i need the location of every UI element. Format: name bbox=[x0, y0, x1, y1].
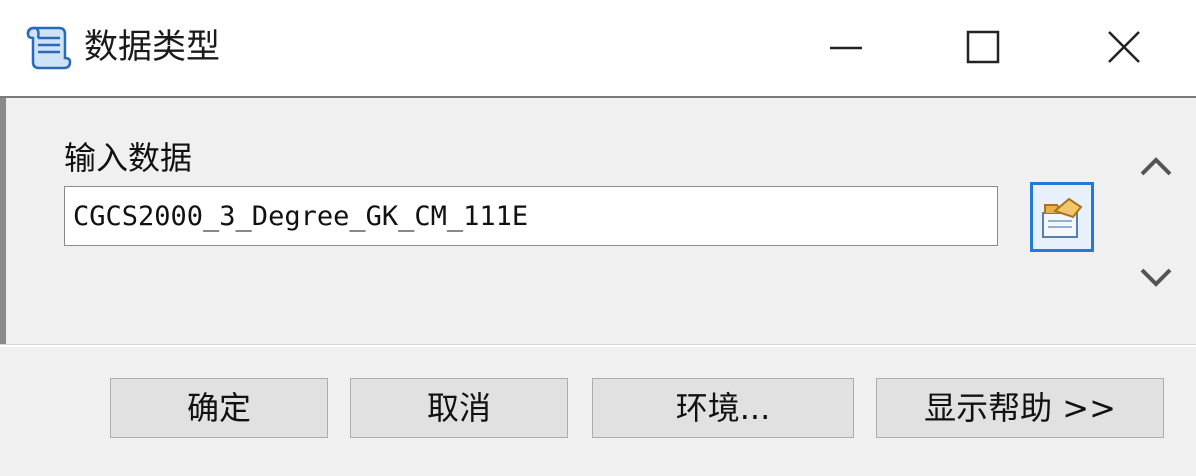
input-data-label: 输入数据 bbox=[64, 139, 193, 177]
close-button[interactable] bbox=[1094, 18, 1154, 78]
scroll-up-button[interactable] bbox=[1136, 148, 1176, 184]
window-title: 数据类型 bbox=[84, 27, 220, 67]
environments-button[interactable]: 环境... bbox=[592, 378, 854, 438]
maximize-icon bbox=[966, 30, 1000, 64]
open-folder-icon bbox=[1042, 197, 1083, 238]
chevron-up-icon bbox=[1140, 157, 1172, 176]
browse-button[interactable] bbox=[1030, 182, 1094, 252]
chevron-down-icon bbox=[1140, 268, 1172, 287]
ok-button[interactable]: 确定 bbox=[110, 378, 328, 438]
input-data-field[interactable] bbox=[64, 186, 998, 246]
divider bbox=[0, 344, 1196, 347]
scroll-down-button[interactable] bbox=[1136, 260, 1176, 296]
minimize-icon bbox=[830, 46, 862, 50]
maximize-button[interactable] bbox=[952, 18, 1012, 78]
cancel-button[interactable]: 取消 bbox=[350, 378, 568, 438]
close-icon bbox=[1108, 31, 1140, 63]
minimize-button[interactable] bbox=[816, 18, 876, 78]
title-bar: 数据类型 bbox=[0, 0, 1196, 98]
script-tool-icon bbox=[24, 22, 74, 72]
show-help-button[interactable]: 显示帮助 >> bbox=[876, 378, 1164, 438]
